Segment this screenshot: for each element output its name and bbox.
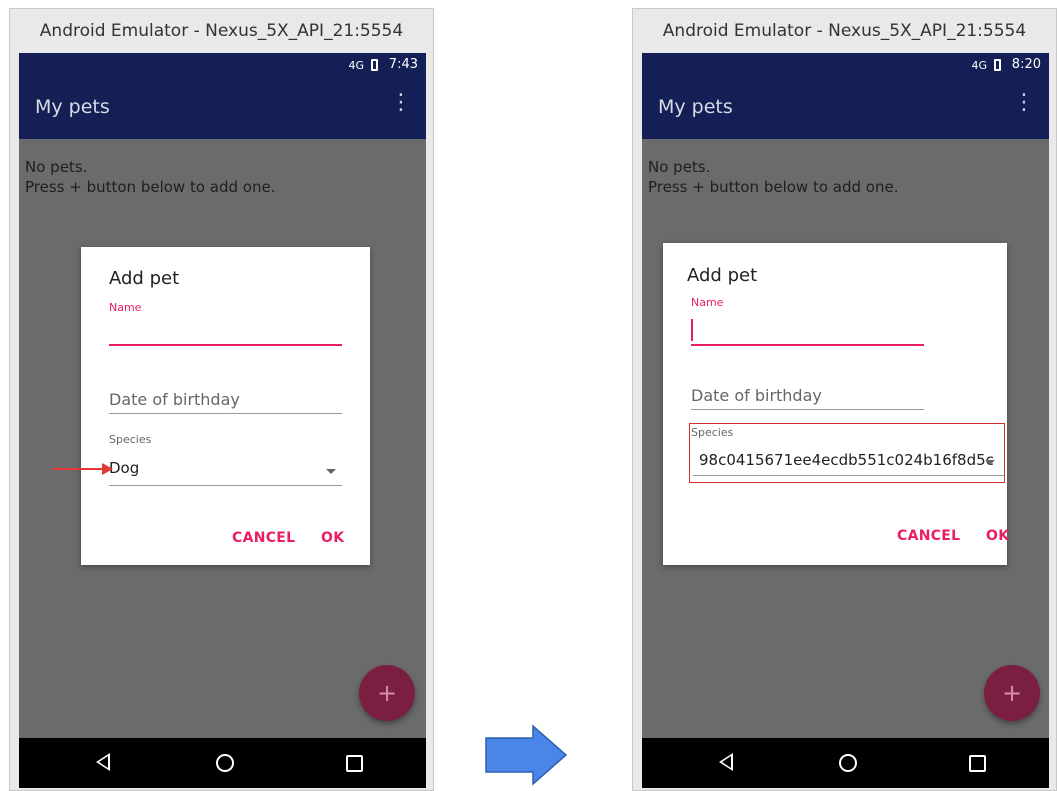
overflow-menu-icon[interactable]: ⋮ xyxy=(390,92,412,114)
species-underline xyxy=(109,485,342,486)
name-label: Name xyxy=(691,296,724,309)
status-time: 7:43 xyxy=(388,57,418,72)
recent-apps-icon[interactable] xyxy=(969,755,986,772)
birthday-field[interactable]: Date of birthday xyxy=(691,386,822,405)
recent-apps-icon[interactable] xyxy=(346,755,363,772)
empty-line-1: No pets. xyxy=(25,158,88,176)
name-label: Name xyxy=(109,301,142,314)
dropdown-caret-icon[interactable] xyxy=(326,469,336,474)
species-label: Species xyxy=(109,433,152,446)
emulator-window-right: Android Emulator - Nexus_5X_API_21:5554 … xyxy=(632,8,1057,791)
dialog-title: Add pet xyxy=(109,268,180,289)
battery-icon xyxy=(371,59,378,71)
phone-screen: 4G 8:20 My pets ⋮ No pets. Press + butto… xyxy=(642,53,1049,788)
empty-state-text: No pets. Press + button below to add one… xyxy=(25,157,275,197)
empty-state-text: No pets. Press + button below to add one… xyxy=(648,157,898,197)
window-title: Android Emulator - Nexus_5X_API_21:5554 xyxy=(39,21,404,41)
annotation-highlight-box xyxy=(689,423,1005,483)
home-icon[interactable] xyxy=(839,754,857,772)
empty-line-2: Press + button below to add one. xyxy=(648,178,899,196)
status-time: 8:20 xyxy=(1011,57,1041,72)
signal-icon: 4G xyxy=(348,59,364,72)
birthday-underline xyxy=(109,413,342,414)
empty-line-1: No pets. xyxy=(648,158,711,176)
transition-arrow-icon xyxy=(485,724,568,786)
status-bar: 4G 7:43 xyxy=(19,53,426,79)
cancel-button[interactable]: CANCEL xyxy=(897,528,960,544)
navigation-bar xyxy=(642,738,1049,788)
phone-screen: 4G 7:43 My pets ⋮ No pets. Press + butto… xyxy=(19,53,426,788)
birthday-underline xyxy=(691,409,924,410)
status-bar: 4G 8:20 xyxy=(642,53,1049,79)
ok-button[interactable]: OK xyxy=(986,528,1009,544)
toolbar-title: My pets xyxy=(658,96,733,118)
add-pet-dialog: Add pet Name Date of birthday Species Do… xyxy=(81,247,370,565)
name-field[interactable] xyxy=(691,344,924,346)
ok-button[interactable]: OK xyxy=(321,530,344,546)
signal-icon: 4G xyxy=(971,59,987,72)
add-pet-dialog: Add pet Name Date of birthday Species 98… xyxy=(663,243,1009,565)
add-pet-fab[interactable]: + xyxy=(359,665,415,721)
dialog-title: Add pet xyxy=(687,265,758,286)
birthday-field[interactable]: Date of birthday xyxy=(109,390,240,409)
name-field[interactable] xyxy=(109,344,342,346)
app-toolbar: My pets ⋮ xyxy=(19,79,426,139)
overflow-menu-icon[interactable]: ⋮ xyxy=(1013,92,1035,114)
text-cursor xyxy=(691,319,693,341)
back-icon[interactable] xyxy=(96,753,110,771)
species-spinner[interactable]: Dog xyxy=(109,459,139,477)
home-icon[interactable] xyxy=(216,754,234,772)
window-title: Android Emulator - Nexus_5X_API_21:5554 xyxy=(662,21,1027,41)
add-pet-fab[interactable]: + xyxy=(984,665,1040,721)
toolbar-title: My pets xyxy=(35,96,110,118)
navigation-bar xyxy=(19,738,426,788)
empty-line-2: Press + button below to add one. xyxy=(25,178,276,196)
back-icon[interactable] xyxy=(719,753,733,771)
emulator-window-left: Android Emulator - Nexus_5X_API_21:5554 … xyxy=(9,8,434,791)
battery-icon xyxy=(994,59,1001,71)
cancel-button[interactable]: CANCEL xyxy=(232,530,295,546)
app-toolbar: My pets ⋮ xyxy=(642,79,1049,139)
